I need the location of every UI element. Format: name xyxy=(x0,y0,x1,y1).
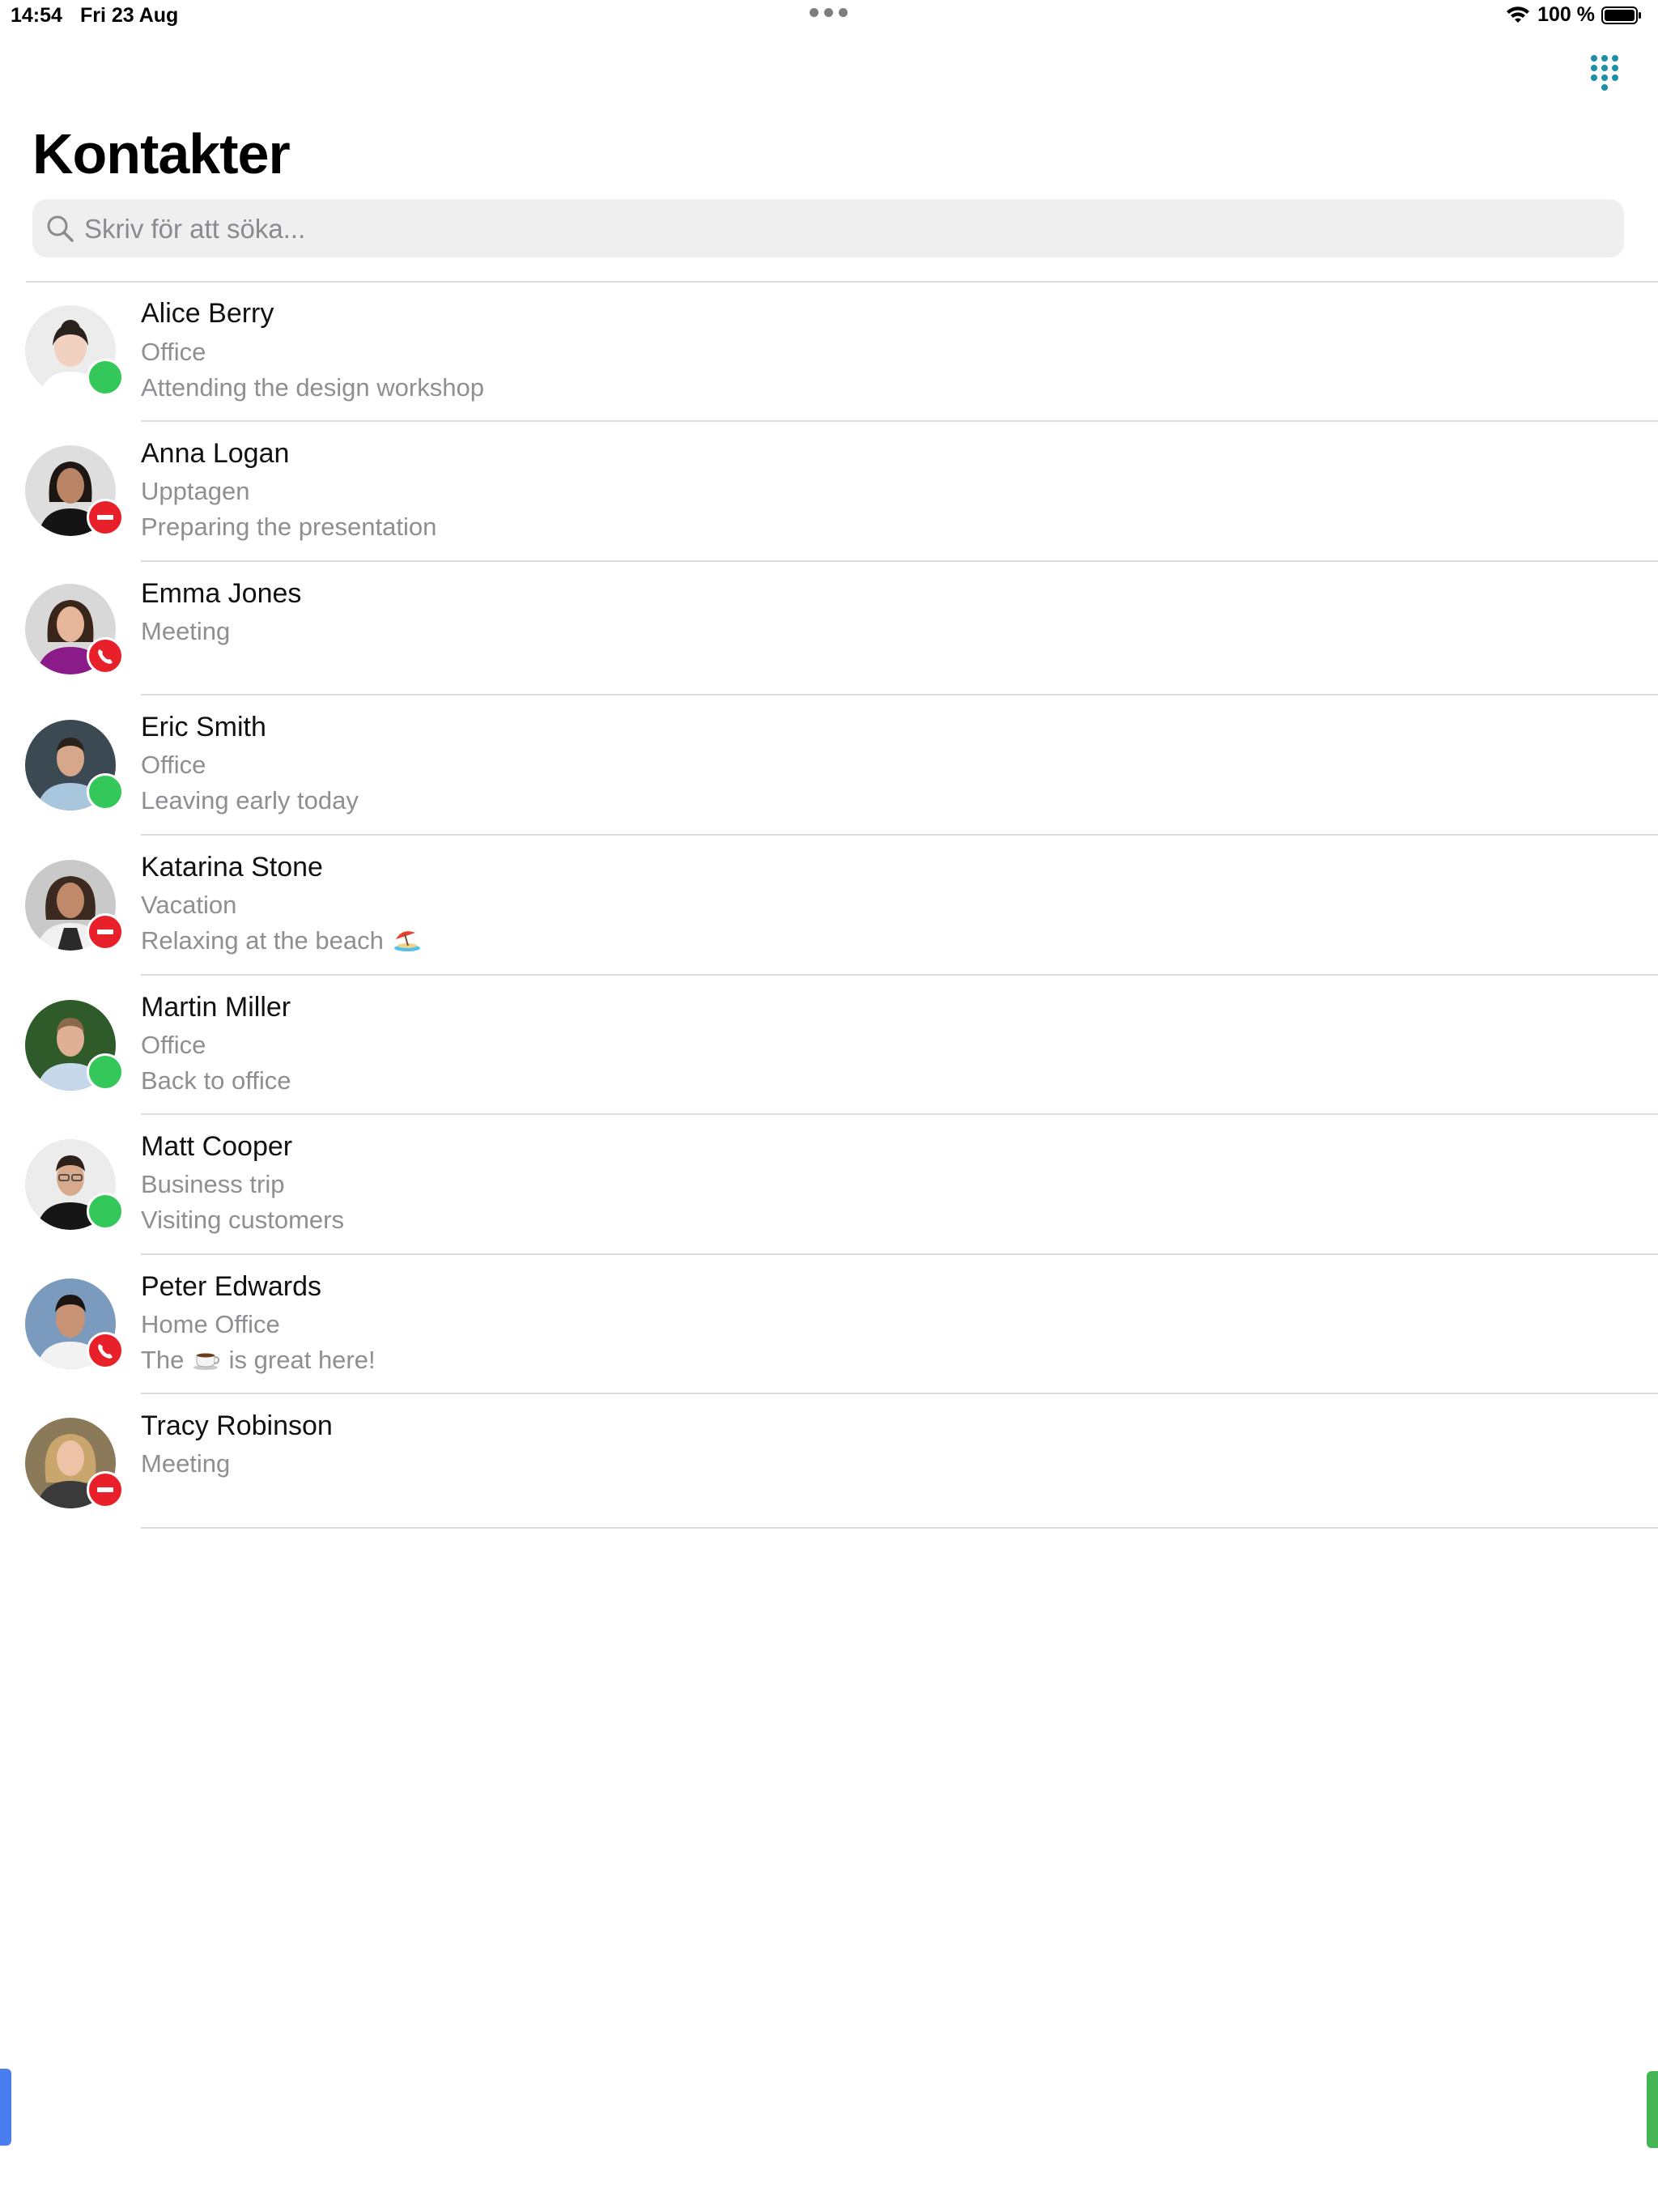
contacts-screen: 14:54 Fri 23 Aug 100 % Kontakter Skriv f… xyxy=(0,0,1658,2212)
contact-row[interactable]: Peter Edwards Home Office The is great h… xyxy=(0,1255,1658,1394)
status-available-icon xyxy=(87,1053,124,1091)
contact-message: Preparing the presentation xyxy=(141,513,437,541)
contact-status: Office xyxy=(141,1031,206,1059)
contact-name: Emma Jones xyxy=(141,578,302,609)
contact-message: Back to office xyxy=(141,1066,291,1095)
battery-icon xyxy=(1601,6,1641,24)
contact-status: Vacation xyxy=(141,891,237,919)
contact-name: Matt Cooper xyxy=(141,1131,293,1162)
contact-row[interactable]: Anna Logan Upptagen Preparing the presen… xyxy=(0,422,1658,562)
dialpad-icon[interactable] xyxy=(1587,55,1622,91)
contact-row[interactable]: Emma Jones Meeting xyxy=(0,562,1658,696)
search-input[interactable] xyxy=(83,199,1608,259)
contact-row[interactable]: Tracy Robinson Meeting xyxy=(0,1394,1658,1529)
contact-message: Leaving early today xyxy=(141,786,359,815)
beach-umbrella-icon xyxy=(393,931,420,951)
contact-name: Tracy Robinson xyxy=(141,1410,333,1441)
contact-message: Visiting customers xyxy=(141,1206,344,1234)
contact-row[interactable]: Martin Miller Office Back to office xyxy=(0,976,1658,1115)
contact-row[interactable]: Matt Cooper Business trip Visiting custo… xyxy=(0,1115,1658,1255)
contact-status: Meeting xyxy=(141,617,231,645)
status-time: 14:54 xyxy=(11,4,62,27)
row-divider xyxy=(141,1527,1658,1529)
status-busy-icon xyxy=(87,913,124,951)
status-date: Fri 23 Aug xyxy=(80,4,179,27)
status-on-call-icon xyxy=(87,1332,124,1369)
wifi-icon xyxy=(1507,6,1530,23)
contact-message: Attending the design workshop xyxy=(141,373,484,402)
status-bar: 14:54 Fri 23 Aug 100 % xyxy=(0,0,1658,36)
search-bar[interactable] xyxy=(32,199,1624,259)
status-on-call-icon xyxy=(87,637,124,674)
contact-status: Upptagen xyxy=(141,477,250,505)
status-indicators: 100 % xyxy=(1505,3,1642,27)
contact-status: Home Office xyxy=(141,1310,280,1338)
contact-status: Meeting xyxy=(141,1449,231,1478)
contact-status: Business trip xyxy=(141,1170,285,1198)
left-edge-handle[interactable] xyxy=(0,2069,11,2146)
contact-name: Alice Berry xyxy=(141,298,274,329)
contact-name: Eric Smith xyxy=(141,712,266,742)
contact-message: Relaxing at the beach xyxy=(141,926,422,955)
contact-row[interactable]: Katarina Stone Vacation Relaxing at the … xyxy=(0,836,1658,976)
page-title: Kontakter xyxy=(32,122,291,185)
contact-name: Anna Logan xyxy=(141,438,290,469)
contact-name: Katarina Stone xyxy=(141,852,323,883)
contact-message-text-after: is great here! xyxy=(228,1346,376,1374)
contact-message: The is great here! xyxy=(141,1346,376,1375)
right-edge-handle[interactable] xyxy=(1647,2071,1658,2148)
multitasking-dots-icon[interactable] xyxy=(810,8,848,18)
battery-percent: 100 % xyxy=(1537,3,1595,26)
contact-message-text-before: The xyxy=(141,1346,185,1374)
contact-name: Peter Edwards xyxy=(141,1271,321,1302)
contact-list: Alice Berry Office Attending the design … xyxy=(0,283,1658,1529)
status-available-icon xyxy=(87,359,124,396)
contact-name: Martin Miller xyxy=(141,992,291,1023)
contact-row[interactable]: Alice Berry Office Attending the design … xyxy=(0,283,1658,422)
contact-status: Office xyxy=(141,751,206,779)
contact-row[interactable]: Eric Smith Office Leaving early today xyxy=(0,696,1658,836)
status-available-icon xyxy=(87,773,124,810)
coffee-icon xyxy=(193,1353,220,1370)
contact-message-text: Relaxing at the beach xyxy=(141,926,384,955)
status-busy-icon xyxy=(87,499,124,536)
contact-status: Office xyxy=(141,338,206,366)
status-busy-icon xyxy=(87,1471,124,1508)
search-icon xyxy=(47,215,74,242)
status-available-icon xyxy=(87,1193,124,1230)
